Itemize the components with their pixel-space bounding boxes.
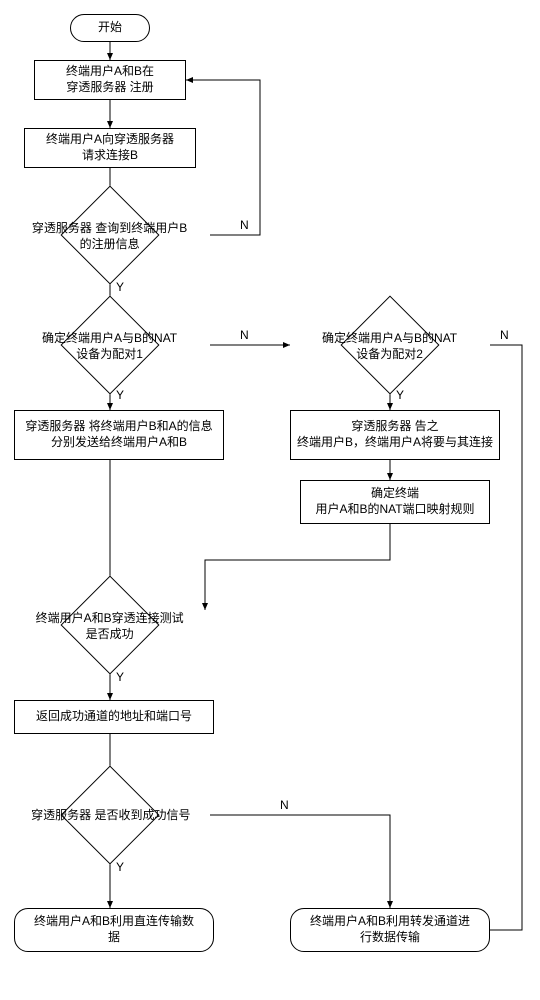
return-addr-box: 返回成功通道的地址和端口号	[14, 700, 214, 734]
recv-signal-yes: Y	[116, 860, 124, 874]
pair1-text: 确定终端用户A与B的NAT 设备为配对1	[42, 331, 177, 361]
direct-transfer-text: 终端用户A和B利用直连传输数 据	[34, 914, 194, 945]
pair2-yes: Y	[396, 388, 404, 402]
request-connect-box: 终端用户A向穿透服务器 请求连接B	[24, 128, 196, 168]
pair1-decision: 确定终端用户A与B的NAT 设备为配对1	[61, 296, 160, 395]
pair2-decision: 确定终端用户A与B的NAT 设备为配对2	[341, 296, 440, 395]
flowchart-canvas: 开始 终端用户A和B在 穿透服务器 注册 终端用户A向穿透服务器 请求连接B 穿…	[0, 0, 540, 1000]
query-b-decision: 穿透服务器 查询到终端用户B 的注册信息	[61, 186, 160, 285]
start-label: 开始	[98, 20, 122, 36]
test-success-yes: Y	[116, 670, 124, 684]
test-success-decision: 终端用户A和B穿透连接测试 是否成功	[61, 576, 160, 675]
query-b-text: 穿透服务器 查询到终端用户B 的注册信息	[32, 221, 187, 251]
query-b-yes: Y	[116, 280, 124, 294]
map-rule-text: 确定终端 用户A和B的NAT端口映射规则	[315, 486, 474, 517]
notify-b-box: 穿透服务器 告之 终端用户B，终端用户A将要与其连接	[290, 410, 500, 460]
direct-transfer-end: 终端用户A和B利用直连传输数 据	[14, 908, 214, 952]
test-success-text: 终端用户A和B穿透连接测试 是否成功	[36, 611, 184, 641]
relay-transfer-text: 终端用户A和B利用转发通道进 行数据传输	[310, 914, 470, 945]
relay-transfer-end: 终端用户A和B利用转发通道进 行数据传输	[290, 908, 490, 952]
register-box: 终端用户A和B在 穿透服务器 注册	[34, 60, 186, 100]
pair2-no: N	[500, 328, 509, 342]
query-b-no: N	[240, 218, 249, 232]
pair1-yes: Y	[116, 388, 124, 402]
recv-signal-no: N	[280, 798, 289, 812]
recv-signal-text: 穿透服务器 是否收到成功信号	[31, 808, 190, 822]
send-info-text: 穿透服务器 将终端用户B和A的信息 分别发送给终端用户A和B	[25, 419, 212, 450]
start-node: 开始	[70, 14, 150, 42]
request-connect-text: 终端用户A向穿透服务器 请求连接B	[46, 132, 174, 163]
send-info-box: 穿透服务器 将终端用户B和A的信息 分别发送给终端用户A和B	[14, 410, 224, 460]
recv-signal-decision: 穿透服务器 是否收到成功信号	[61, 766, 160, 865]
map-rule-box: 确定终端 用户A和B的NAT端口映射规则	[300, 480, 490, 524]
return-addr-text: 返回成功通道的地址和端口号	[36, 709, 192, 725]
pair1-no: N	[240, 328, 249, 342]
register-text: 终端用户A和B在 穿透服务器 注册	[66, 64, 154, 95]
notify-b-text: 穿透服务器 告之 终端用户B，终端用户A将要与其连接	[297, 419, 493, 450]
pair2-text: 确定终端用户A与B的NAT 设备为配对2	[322, 331, 457, 361]
